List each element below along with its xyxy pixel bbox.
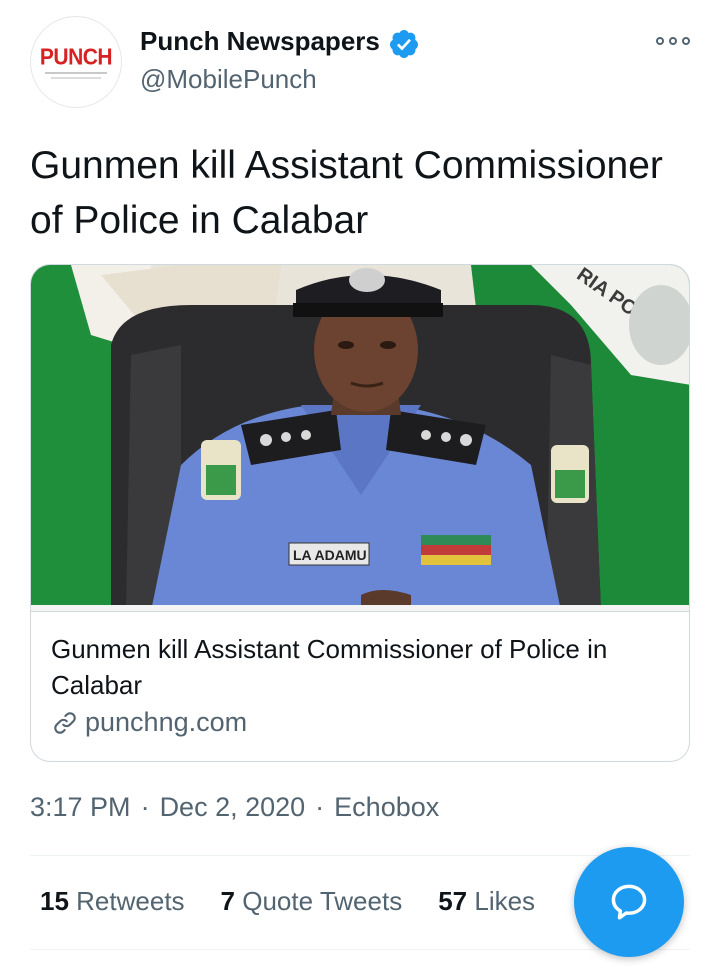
- tweet-meta: 3:17 PM · Dec 2, 2020 · Echobox: [30, 792, 439, 823]
- more-dot: [669, 37, 677, 45]
- divider: [30, 855, 690, 856]
- avatar[interactable]: PUNCH: [30, 16, 122, 108]
- card-domain-row: punchng.com: [51, 707, 247, 738]
- quote-tweets-count: 7: [220, 886, 236, 916]
- retweets-label: Retweets: [76, 886, 185, 916]
- card-title: Gunmen kill Assistant Commissioner of Po…: [51, 634, 608, 700]
- likes-label: Likes: [474, 886, 536, 916]
- likes-count: 57: [438, 886, 468, 916]
- tweet-date[interactable]: Dec 2, 2020: [160, 792, 306, 823]
- engagement-stats: 15 Retweets 7 Quote Tweets 57 Likes: [40, 886, 571, 917]
- logo-rule: [45, 71, 107, 74]
- more-dot: [682, 37, 690, 45]
- likes-stat[interactable]: 57 Likes: [438, 886, 535, 917]
- retweets-count: 15: [40, 886, 69, 916]
- more-dot: [656, 37, 664, 45]
- name-tag-text: LA ADAMU: [293, 547, 367, 563]
- more-options-icon[interactable]: [656, 30, 690, 52]
- quote-tweets-stat[interactable]: 7 Quote Tweets: [221, 886, 403, 917]
- link-preview-card[interactable]: RIA POLICE LA ADAMU Gunmen kill Assistan…: [30, 264, 690, 762]
- punch-logo-text: PUNCH: [39, 44, 113, 70]
- meta-separator: ·: [315, 792, 325, 822]
- meta-separator: ·: [140, 792, 150, 822]
- tweet-time[interactable]: 3:17 PM: [30, 792, 131, 823]
- retweets-stat[interactable]: 15 Retweets: [40, 886, 185, 917]
- reply-fab-button[interactable]: [574, 847, 684, 957]
- reply-bubble-icon: [611, 884, 647, 920]
- link-icon: [54, 711, 76, 734]
- card-divider: [31, 611, 689, 612]
- card-domain: punchng.com: [85, 707, 248, 737]
- card-image: RIA POLICE LA ADAMU: [31, 265, 689, 611]
- verified-badge-icon: [389, 30, 418, 58]
- tweet-source[interactable]: Echobox: [334, 792, 439, 823]
- quote-tweets-label: Quote Tweets: [242, 886, 403, 916]
- user-handle[interactable]: @MobilePunch: [140, 64, 317, 95]
- display-name[interactable]: Punch Newspapers: [140, 26, 380, 57]
- logo-subline: [51, 76, 101, 79]
- police-portrait-image: RIA POLICE LA ADAMU: [31, 265, 689, 611]
- divider: [30, 949, 690, 950]
- tweet-text: Gunmen kill Assistant Commissioner of Po…: [30, 144, 663, 242]
